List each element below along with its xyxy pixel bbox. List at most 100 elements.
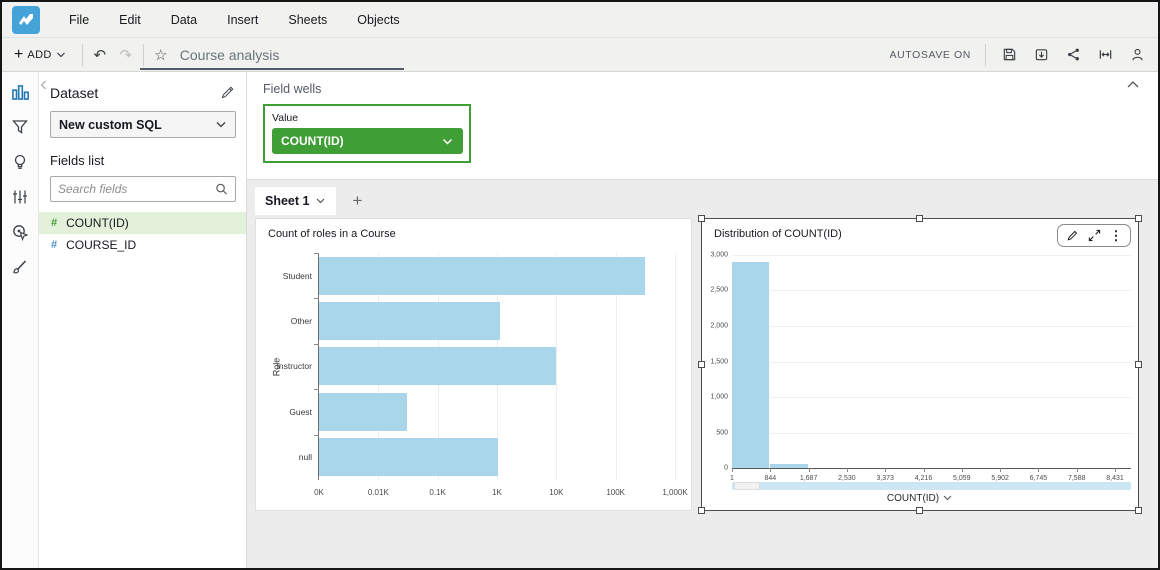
toolbar-right: AUTOSAVE ON	[890, 42, 1158, 68]
axis-tick	[885, 468, 886, 472]
visual-toolbar: ⋮	[1057, 224, 1131, 247]
chevron-down-icon	[215, 120, 227, 129]
gridline	[732, 362, 1131, 363]
toolbar-right-icons	[996, 42, 1150, 68]
y-tick-label: 0	[724, 465, 728, 472]
y-tick-label: 2,500	[710, 287, 728, 294]
category-label: null	[299, 452, 312, 462]
hash-icon: #	[51, 217, 57, 229]
themes-icon[interactable]	[8, 255, 32, 279]
visual-card-roles[interactable]: Count of roles in a Course Role 0K0.01K0…	[255, 218, 692, 511]
content-area: Field wells Value COUNT(ID) Sheet 1	[247, 72, 1158, 568]
menu-item-edit[interactable]: Edit	[104, 2, 156, 38]
axis-tick	[1038, 468, 1039, 472]
axis-tick	[314, 253, 319, 254]
bar-other[interactable]	[319, 302, 500, 340]
add-sheet-button[interactable]: +	[346, 191, 368, 211]
undo-button[interactable]: ↶	[87, 42, 113, 68]
actions-icon[interactable]	[8, 220, 32, 244]
visual-menu-kebab-icon[interactable]: ⋮	[1107, 227, 1125, 244]
toolbar-divider	[143, 44, 144, 66]
field-item-course-id[interactable]: #COURSE_ID	[39, 234, 246, 256]
selection-handle[interactable]	[1135, 215, 1142, 222]
field-wells-bar: Field wells Value COUNT(ID)	[247, 72, 1158, 180]
expand-visual-icon[interactable]	[1085, 227, 1103, 244]
field-wells-title: Field wells	[263, 82, 1142, 96]
menu-item-sheets[interactable]: Sheets	[273, 2, 342, 38]
selection-handle[interactable]	[698, 361, 705, 368]
menu-item-file[interactable]: File	[54, 2, 104, 38]
edit-dataset-pencil-icon[interactable]	[218, 84, 236, 102]
category-label: Other	[291, 316, 312, 326]
edit-visual-pencil-icon[interactable]	[1063, 227, 1081, 244]
visualize-icon[interactable]	[8, 80, 32, 104]
save-icon[interactable]	[996, 42, 1022, 68]
x-tick-label: 1,000K	[662, 488, 687, 497]
selection-handle[interactable]	[916, 507, 923, 514]
selection-handle[interactable]	[1135, 507, 1142, 514]
parameters-icon[interactable]	[8, 185, 32, 209]
menu-item-data[interactable]: Data	[156, 2, 212, 38]
gridline	[732, 433, 1131, 434]
axis-tick	[924, 468, 925, 472]
filter-icon[interactable]	[8, 115, 32, 139]
category-label: Instructor	[277, 361, 312, 371]
axis-tick	[1115, 468, 1116, 472]
y-tick-label: 1,500	[710, 358, 728, 365]
redo-button[interactable]: ↷	[113, 42, 139, 68]
bar-student[interactable]	[319, 257, 645, 295]
bar-guest[interactable]	[319, 393, 407, 431]
bar-instructor[interactable]	[319, 347, 556, 385]
sheet-tab[interactable]: Sheet 1	[255, 187, 336, 214]
field-item-count-id-[interactable]: #COUNT(ID)	[39, 212, 246, 234]
x-tick-label: 7,588	[1068, 475, 1086, 482]
gridline	[732, 326, 1131, 327]
axis-tick	[1077, 468, 1078, 472]
y-tick-label: 3,000	[710, 252, 728, 259]
value-well-pill[interactable]: COUNT(ID)	[272, 128, 463, 154]
x-tick-label: 6,745	[1030, 475, 1048, 482]
gridline	[732, 397, 1131, 398]
quicksight-logo-icon[interactable]	[12, 6, 40, 34]
scrollbar-handle[interactable]	[734, 482, 760, 490]
share-icon[interactable]	[1060, 42, 1086, 68]
selection-handle[interactable]	[698, 215, 705, 222]
toolbar-divider	[985, 44, 986, 66]
fields-list-label: Fields list	[50, 153, 236, 168]
bar-row: Other	[319, 298, 675, 343]
toolbar: + ADD ↶ ↷ ☆ Course analysis AUTOSAVE ON	[2, 38, 1158, 72]
autosave-status: AUTOSAVE ON	[890, 49, 971, 61]
analysis-title-field[interactable]: Course analysis	[180, 47, 420, 63]
menu-item-insert[interactable]: Insert	[212, 2, 273, 38]
insights-icon[interactable]	[8, 150, 32, 174]
y-tick-label: 1,000	[710, 393, 728, 400]
favorite-star-icon[interactable]: ☆	[148, 42, 174, 68]
user-icon[interactable]	[1124, 42, 1150, 68]
add-button[interactable]: + ADD	[2, 38, 78, 72]
search-fields-input[interactable]	[58, 182, 215, 196]
dataset-panel-title: Dataset	[50, 85, 98, 101]
fit-width-icon[interactable]	[1092, 42, 1118, 68]
x-axis-title[interactable]: COUNT(ID)	[702, 493, 1138, 504]
roles-bar-plot: Role 0K0.01K0.1K1K10K100K1,000KStudentOt…	[318, 253, 675, 480]
download-icon[interactable]	[1028, 42, 1054, 68]
dataset-select[interactable]: New custom SQL	[50, 111, 236, 138]
bar-null[interactable]	[319, 438, 498, 476]
selection-handle[interactable]	[698, 507, 705, 514]
histogram-x-scrollbar[interactable]	[732, 482, 1131, 490]
visual-card-distribution[interactable]: Distribution of COUNT(ID) ⋮ 3,0002,5002,…	[701, 218, 1139, 511]
chevron-down-icon	[56, 51, 66, 59]
selection-handle[interactable]	[916, 215, 923, 222]
selection-handle[interactable]	[1135, 361, 1142, 368]
menu-item-objects[interactable]: Objects	[342, 2, 414, 38]
menu-bar: FileEditDataInsertSheetsObjects	[2, 2, 1158, 38]
histogram-bar[interactable]	[770, 464, 808, 468]
x-tick-label: 8,431	[1106, 475, 1124, 482]
x-tick-label: 0.01K	[368, 488, 389, 497]
sheet-tab-label: Sheet 1	[265, 194, 309, 208]
category-label: Student	[283, 271, 312, 281]
histogram-bar[interactable]	[732, 262, 770, 468]
axis-tick	[1000, 468, 1001, 472]
collapse-panel-icon[interactable]	[40, 80, 47, 90]
collapse-field-wells-chevron-up-icon[interactable]	[1126, 80, 1140, 89]
